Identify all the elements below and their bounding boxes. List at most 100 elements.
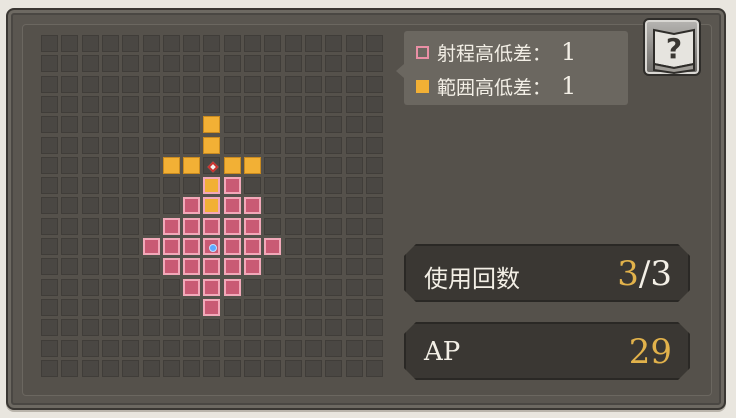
grid-cell (162, 319, 180, 337)
grid-cell (61, 298, 79, 316)
grid-cell (244, 55, 261, 73)
grid-cell (183, 116, 201, 134)
grid-cell (122, 298, 140, 316)
grid-cell (345, 55, 363, 73)
grid-cell-area (183, 156, 201, 174)
grid-cell (223, 298, 241, 316)
grid-cell (81, 95, 99, 113)
grid-cell-range (223, 177, 241, 195)
grid-cell-area (162, 156, 180, 174)
grid-cell (264, 136, 282, 154)
grid-cell (142, 197, 160, 215)
grid-cell-range (203, 217, 221, 235)
grid-cell (61, 55, 79, 73)
grid-cell (122, 339, 140, 357)
grid-cell (101, 319, 119, 337)
grid-cell (41, 136, 58, 154)
grid-cell (304, 359, 322, 377)
grid-cell (101, 339, 119, 357)
grid-cell (244, 116, 261, 134)
grid-cell (142, 75, 160, 93)
grid-cell (365, 197, 383, 215)
grid-cell (365, 217, 383, 235)
grid-cell-area (244, 156, 261, 174)
grid-cell (304, 35, 322, 52)
grid-cell (183, 339, 201, 357)
grid-cell (122, 278, 140, 296)
area-swatch (416, 79, 429, 93)
grid-cell (304, 55, 322, 73)
grid-cell (41, 156, 58, 174)
grid-cell (183, 319, 201, 337)
grid-cell (345, 278, 363, 296)
legend-row-area: 範囲高低差： 1 (416, 71, 576, 101)
grid-cell-range (183, 278, 201, 296)
grid-cell (101, 136, 119, 154)
grid-cell (325, 238, 343, 255)
grid-cell (264, 339, 282, 357)
grid-cell (264, 156, 282, 174)
grid-cell (203, 95, 221, 113)
grid-cell (142, 319, 160, 337)
svg-text:?: ? (666, 32, 682, 65)
grid-cell (142, 35, 160, 52)
shooting-height-label: 射程高低差： (437, 42, 552, 65)
grid-cell (162, 359, 180, 377)
usage-count-box: 使用回数 3/3 (404, 244, 690, 302)
grid-cell (264, 35, 282, 52)
grid-cell (325, 319, 343, 337)
grid-cell (41, 197, 58, 215)
grid-cell-range (203, 197, 221, 215)
grid-cell (284, 258, 302, 276)
grid-cell (41, 278, 58, 296)
range-swatch (416, 45, 429, 59)
grid-cell (122, 116, 140, 134)
grid-cell (162, 298, 180, 316)
grid-cell (345, 238, 363, 255)
grid-cell (101, 298, 119, 316)
grid-cell (122, 35, 140, 52)
grid-cell (203, 55, 221, 73)
grid-cell (325, 339, 343, 357)
help-button[interactable]: ? (643, 18, 701, 76)
grid-cell (122, 55, 140, 73)
grid-cell (203, 35, 221, 52)
grid-cell (81, 258, 99, 276)
grid-cell (244, 298, 261, 316)
grid-cell (264, 75, 282, 93)
grid-cell (41, 35, 58, 52)
grid-cell (325, 35, 343, 52)
grid-cell (81, 177, 99, 195)
grid-cell (162, 75, 180, 93)
range-grid (41, 35, 386, 380)
grid-cell (203, 339, 221, 357)
grid-cell (365, 55, 383, 73)
grid-cell (264, 278, 282, 296)
grid-cell (61, 319, 79, 337)
grid-cell (81, 278, 99, 296)
grid-cell (284, 156, 302, 174)
grid-cell (365, 95, 383, 113)
grid-cell (325, 116, 343, 134)
grid-cell (365, 116, 383, 134)
grid-cell (101, 278, 119, 296)
grid-cell-area (203, 116, 221, 134)
grid-cell (41, 319, 58, 337)
grid-cell (325, 217, 343, 235)
grid-cell (345, 136, 363, 154)
grid-cell-area (203, 136, 221, 154)
ap-box: AP 29 (404, 322, 690, 380)
grid-cell (264, 359, 282, 377)
grid-cell (345, 197, 363, 215)
grid-cell-range (142, 238, 160, 255)
grid-cell (264, 319, 282, 337)
grid-cell (101, 95, 119, 113)
grid-cell (61, 35, 79, 52)
grid-cell (325, 75, 343, 93)
grid-cell (365, 35, 383, 52)
grid-cell (142, 359, 160, 377)
grid-cell-range (183, 238, 201, 255)
grid-cell (304, 238, 322, 255)
grid-cell (365, 319, 383, 337)
grid-cell (325, 156, 343, 174)
